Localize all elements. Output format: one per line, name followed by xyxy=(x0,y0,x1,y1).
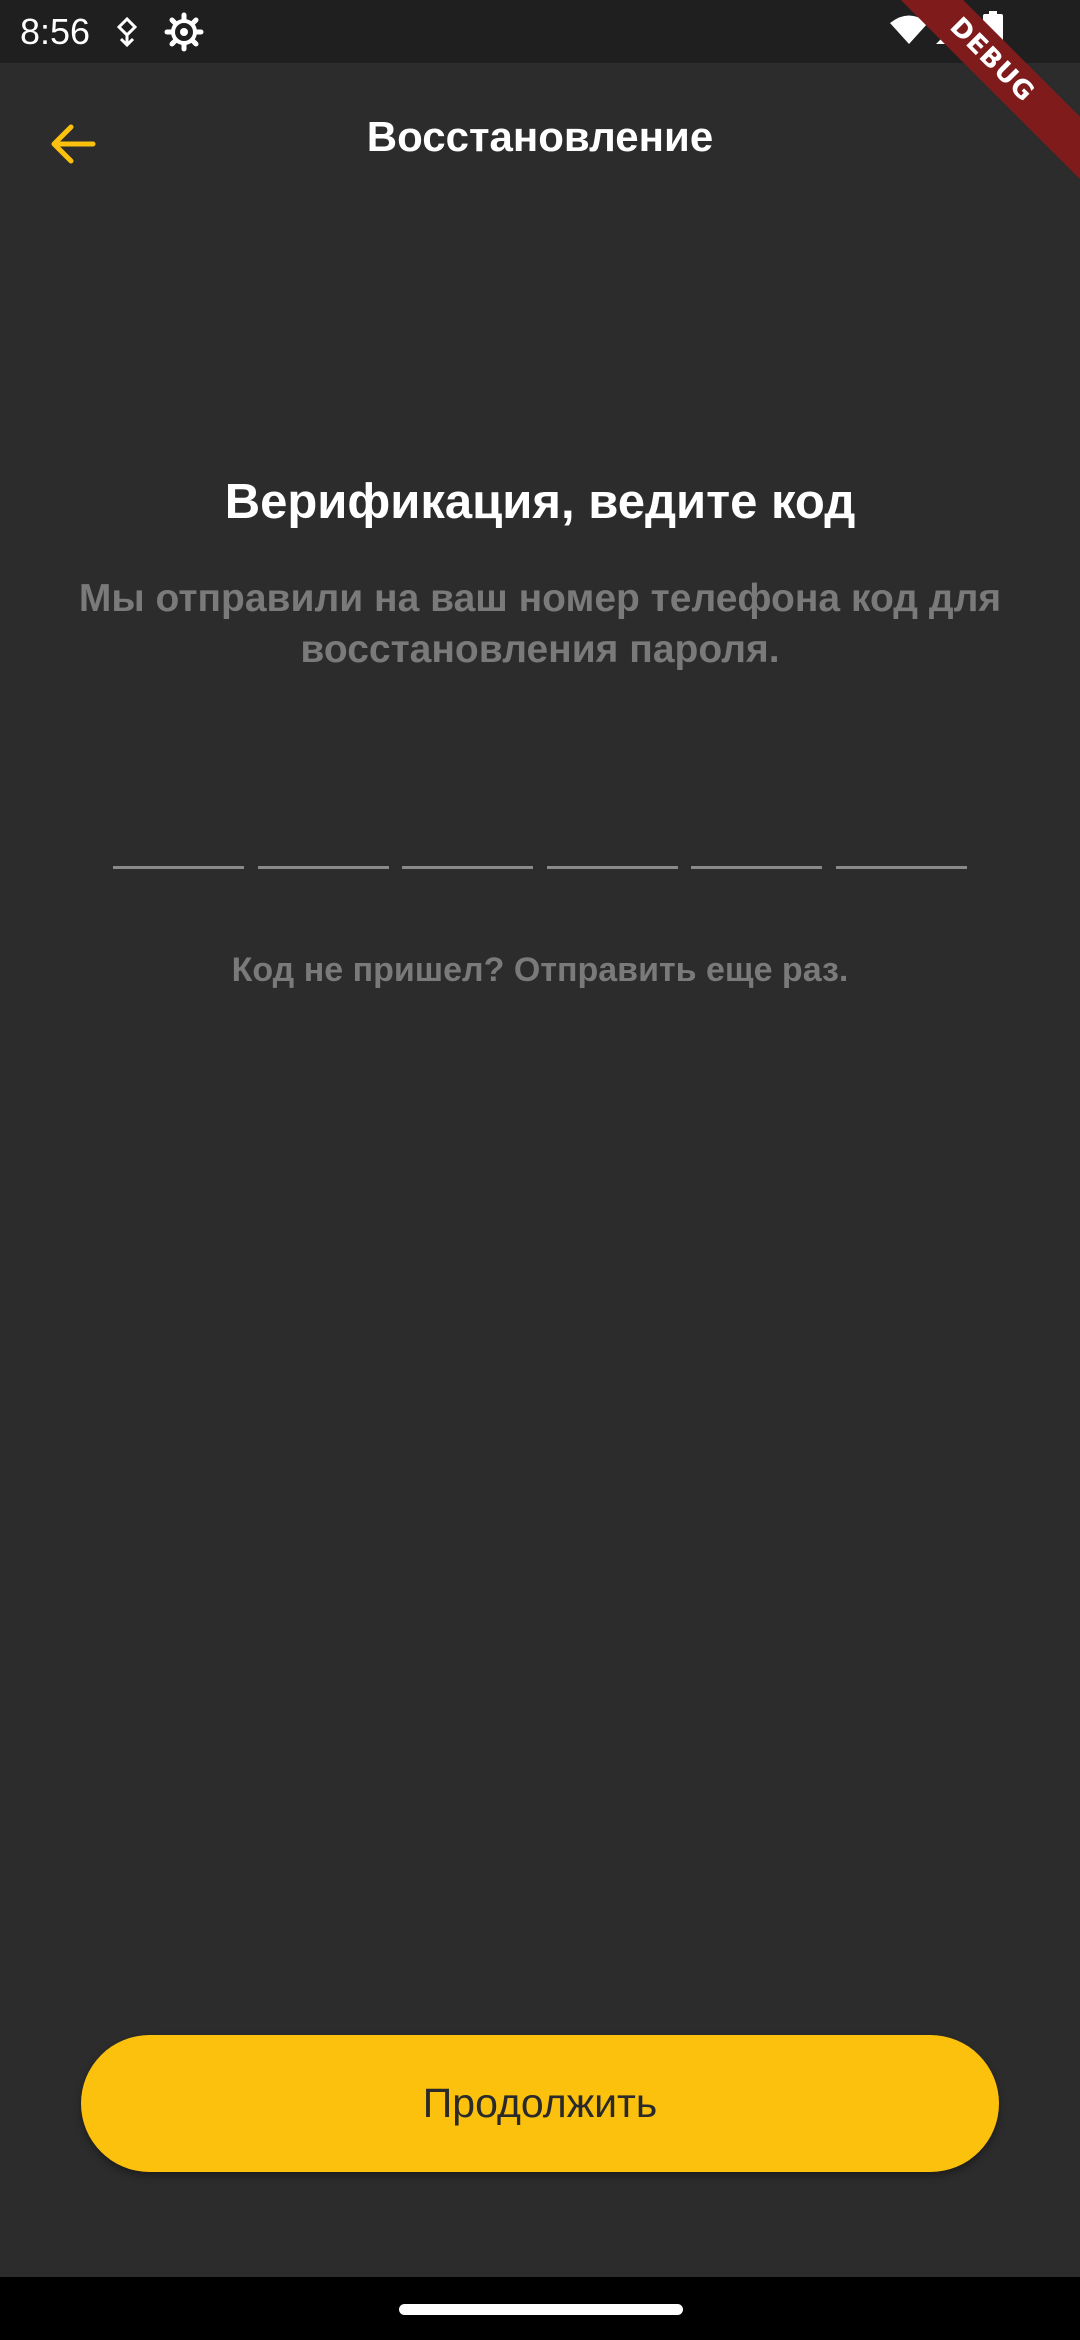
code-digit-input-4[interactable] xyxy=(547,820,678,869)
data-saver-icon xyxy=(112,16,142,53)
settings-gear-icon xyxy=(164,12,204,57)
code-digit-input-2[interactable] xyxy=(258,820,389,869)
navigation-bar xyxy=(0,2277,1080,2340)
code-digit-input-6[interactable] xyxy=(836,820,967,869)
verification-heading: Верификация, ведите код xyxy=(224,475,856,529)
app-bar: Восстановление xyxy=(0,63,1080,210)
verification-description: Мы отправили на ваш номер телефона код д… xyxy=(78,577,1002,671)
code-input-row xyxy=(113,820,967,870)
continue-button[interactable]: Продолжить xyxy=(81,2035,999,2172)
code-digit-input-5[interactable] xyxy=(691,820,822,869)
code-digit-input-1[interactable] xyxy=(113,820,244,869)
status-time: 8:56 xyxy=(20,11,91,52)
code-digit-input-3[interactable] xyxy=(402,820,533,869)
resend-code-link[interactable]: Код не пришел? Отправить еще раз. xyxy=(0,946,1080,994)
page-title: Восстановление xyxy=(366,113,714,160)
home-indicator[interactable] xyxy=(399,2304,683,2315)
continue-button-label: Продолжить xyxy=(422,2080,658,2126)
